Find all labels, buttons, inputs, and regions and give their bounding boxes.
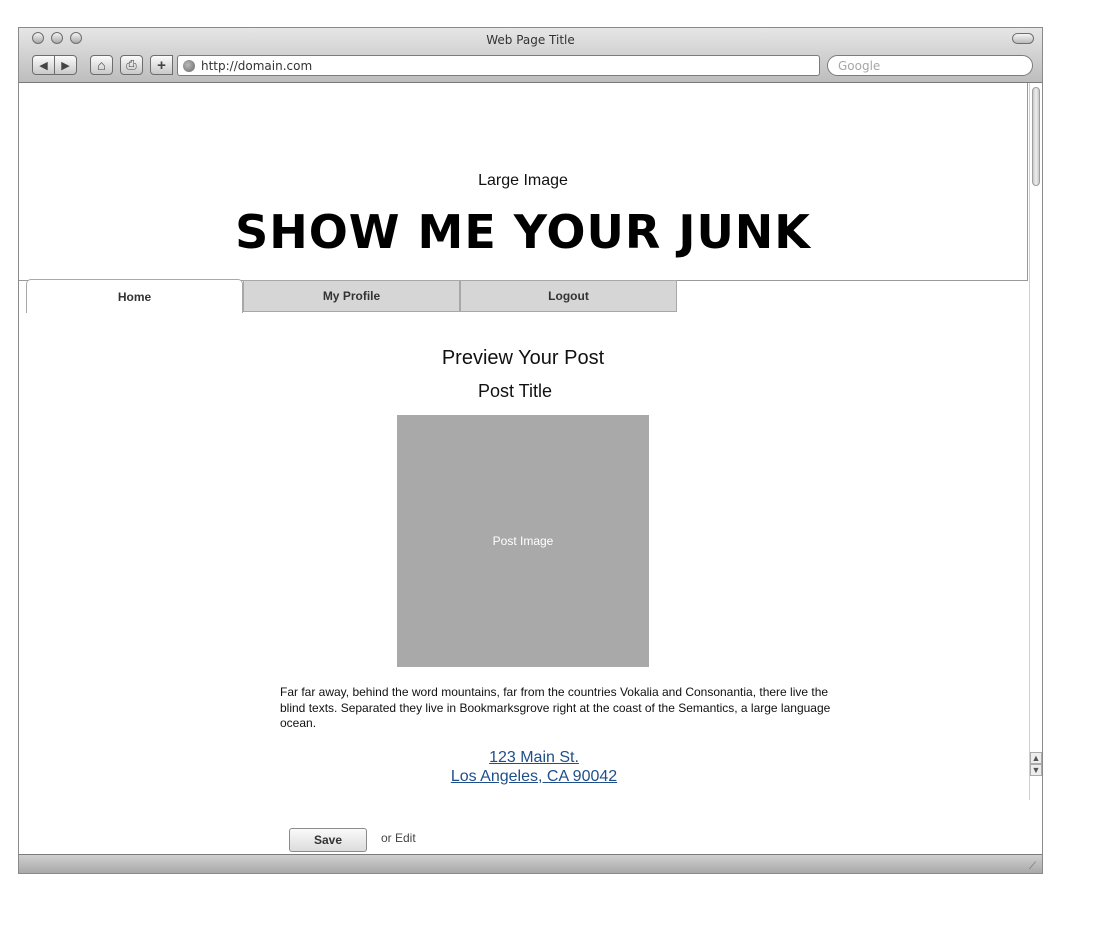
- post-image-label: Post Image: [492, 534, 554, 548]
- resize-grip-icon[interactable]: ⟋: [1029, 861, 1039, 872]
- site-title: SHOW ME YOUR JUNK: [235, 205, 811, 259]
- header-banner: Large Image SHOW ME YOUR JUNK: [19, 83, 1028, 281]
- plus-icon: +: [157, 56, 166, 74]
- scroll-up-arrow-icon[interactable]: ▲: [1030, 752, 1042, 764]
- forward-button[interactable]: ▶: [54, 55, 77, 75]
- save-button[interactable]: Save: [289, 828, 367, 852]
- post-body: Far far away, behind the word mountains,…: [280, 685, 831, 730]
- search-field[interactable]: Google: [827, 55, 1033, 76]
- tab-logout[interactable]: Logout: [460, 280, 677, 312]
- toolbar-toggle-button[interactable]: [1012, 33, 1034, 44]
- address-line1-link[interactable]: 123 Main St.: [19, 748, 1029, 767]
- home-icon: ⌂: [97, 57, 106, 73]
- tab-label: Logout: [548, 289, 589, 303]
- address-bar[interactable]: http://domain.com: [177, 55, 820, 76]
- forward-icon: ▶: [61, 59, 70, 72]
- scrollbar-thumb[interactable]: [1032, 87, 1040, 186]
- page-heading: Preview Your Post: [441, 347, 605, 369]
- back-button[interactable]: ◀: [32, 55, 55, 75]
- tab-label: Home: [117, 289, 152, 304]
- tab-my-profile[interactable]: My Profile: [243, 280, 460, 312]
- status-bar: ⟋: [19, 854, 1042, 873]
- banner-image-label: Large Image: [478, 172, 568, 189]
- browser-window: Web Page Title ◀ ▶ ⌂ ⎙ + http://domain.c…: [18, 27, 1043, 874]
- scroll-down-arrow-icon[interactable]: ▼: [1030, 764, 1042, 776]
- globe-icon: [183, 59, 195, 72]
- add-bookmark-button[interactable]: +: [150, 55, 173, 75]
- post-address: 123 Main St. Los Angeles, CA 90042: [19, 748, 1029, 786]
- back-icon: ◀: [39, 59, 48, 72]
- address-line2-link[interactable]: Los Angeles, CA 90042: [19, 767, 1029, 786]
- tab-home[interactable]: Home: [26, 279, 243, 313]
- print-icon: ⎙: [126, 57, 137, 72]
- print-button[interactable]: ⎙: [120, 55, 143, 75]
- post-title: Post Title: [477, 381, 553, 401]
- window-title: Web Page Title: [486, 33, 575, 47]
- page-content: Large Image SHOW ME YOUR JUNK Home My Pr…: [19, 83, 1029, 855]
- url-text: http://domain.com: [201, 58, 313, 73]
- home-button[interactable]: ⌂: [90, 55, 113, 75]
- edit-link[interactable]: or Edit: [381, 831, 416, 845]
- vertical-scrollbar[interactable]: ▲ ▼: [1029, 83, 1042, 800]
- search-placeholder: Google: [838, 58, 881, 73]
- tab-label: My Profile: [322, 289, 381, 303]
- post-image: Post Image: [397, 415, 649, 667]
- titlebar: Web Page Title ◀ ▶ ⌂ ⎙ + http://domain.c…: [19, 28, 1042, 83]
